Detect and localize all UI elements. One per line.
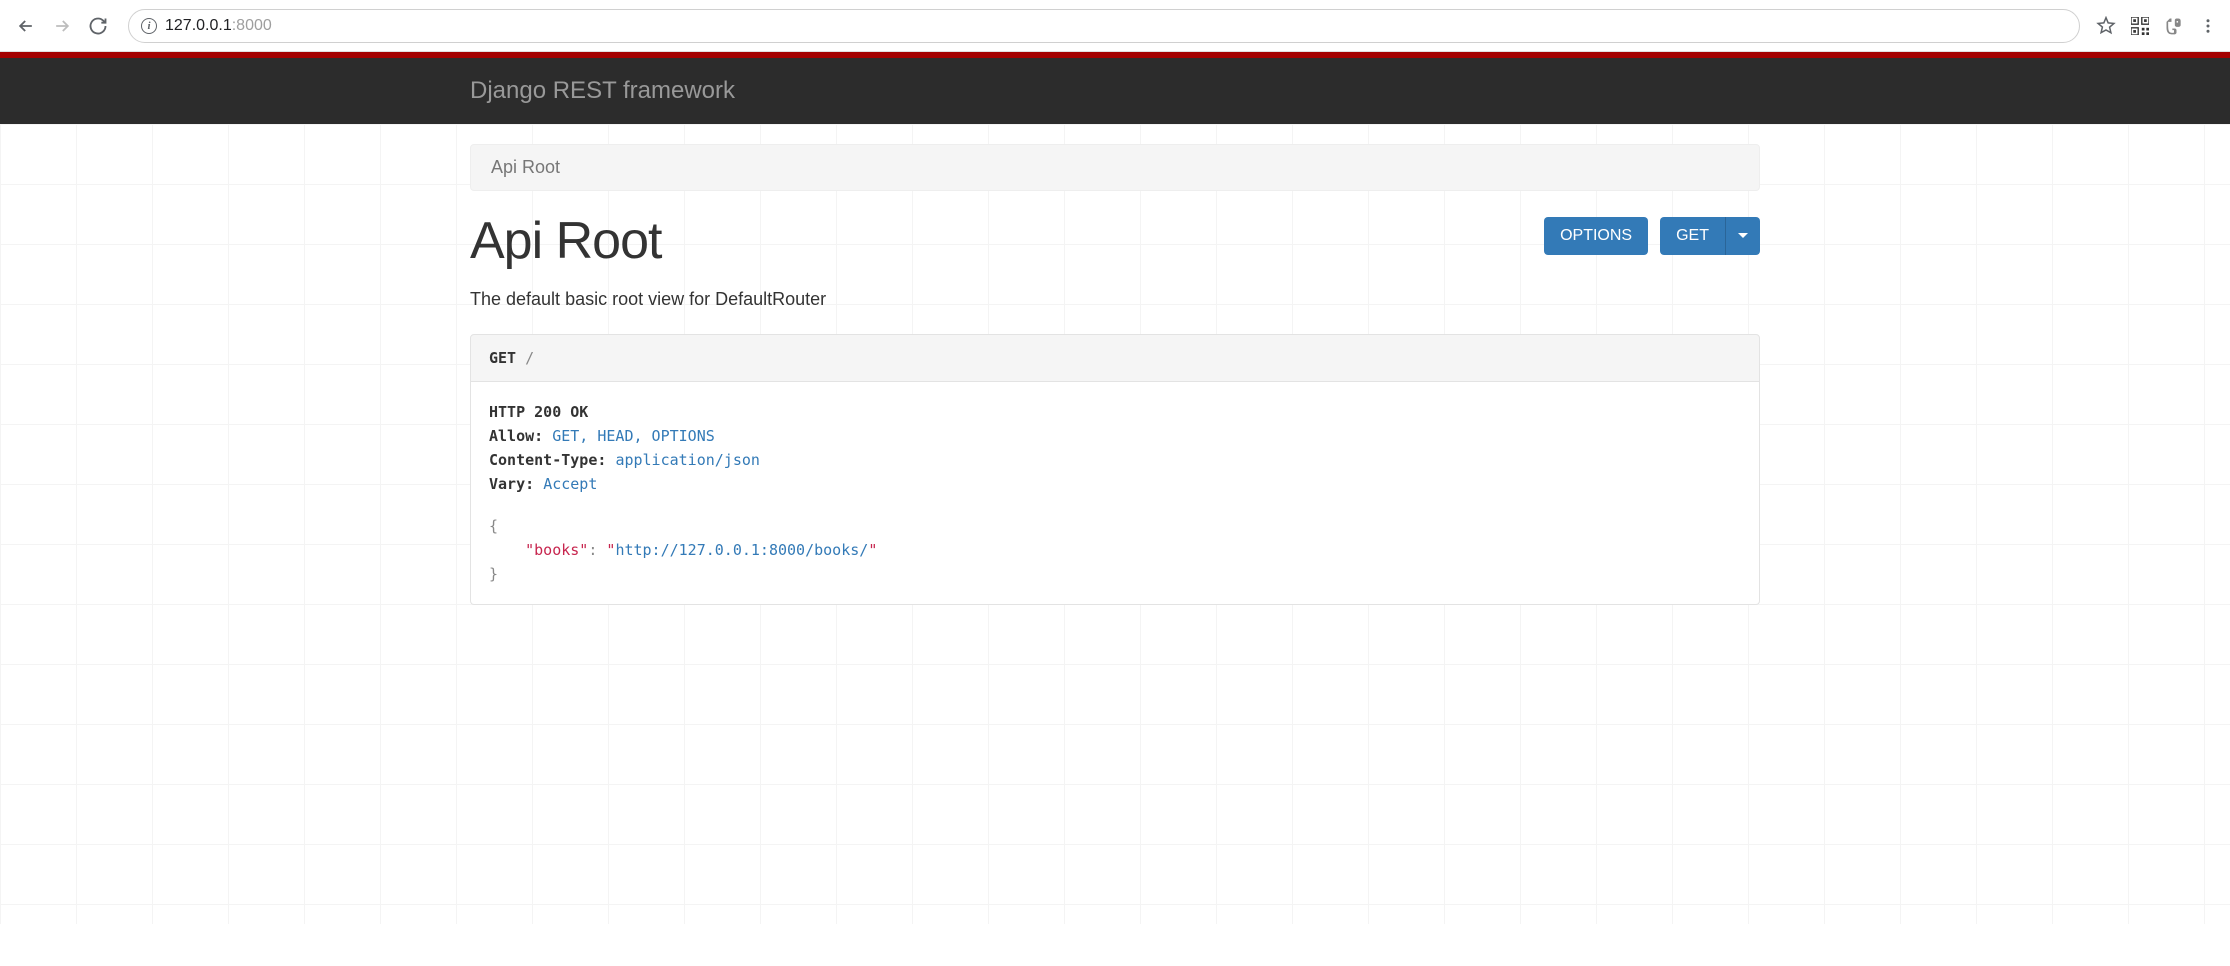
brand-link[interactable]: Django REST framework	[470, 77, 735, 104]
breadcrumb: Api Root	[470, 144, 1760, 191]
url-text: 127.0.0.1:8000	[165, 17, 272, 35]
drf-navbar: Django REST framework	[0, 58, 2230, 124]
forward-button[interactable]	[48, 12, 76, 40]
response-body: { "books": "http://127.0.0.1:8000/books/…	[489, 514, 1741, 586]
caret-down-icon	[1738, 233, 1748, 238]
request-info: GET /	[470, 334, 1760, 382]
evernote-icon[interactable]	[2164, 16, 2184, 36]
reload-button[interactable]	[84, 12, 112, 40]
menu-dots-icon[interactable]	[2198, 16, 2218, 36]
back-button[interactable]	[12, 12, 40, 40]
response-header: Allow: GET, HEAD, OPTIONS	[489, 424, 1741, 448]
request-path: /	[525, 349, 534, 367]
books-url-link[interactable]: http://127.0.0.1:8000/books/	[615, 541, 868, 559]
get-button[interactable]: GET	[1660, 217, 1725, 255]
response-panel: HTTP 200 OK Allow: GET, HEAD, OPTIONS Co…	[470, 382, 1760, 605]
bookmark-star-icon[interactable]	[2096, 16, 2116, 36]
options-button[interactable]: OPTIONS	[1544, 217, 1648, 255]
request-method: GET	[489, 349, 516, 367]
qr-code-icon[interactable]	[2130, 16, 2150, 36]
page-title: Api Root	[470, 211, 661, 271]
get-dropdown-toggle[interactable]	[1725, 217, 1760, 255]
response-header: Vary: Accept	[489, 472, 1741, 496]
page-description: The default basic root view for DefaultR…	[470, 289, 1760, 310]
site-info-icon[interactable]: i	[141, 18, 157, 34]
breadcrumb-item[interactable]: Api Root	[491, 157, 560, 177]
address-bar[interactable]: i 127.0.0.1:8000	[128, 9, 2080, 43]
browser-toolbar: i 127.0.0.1:8000	[0, 0, 2230, 52]
response-status: HTTP 200 OK	[489, 400, 1741, 424]
response-header: Content-Type: application/json	[489, 448, 1741, 472]
